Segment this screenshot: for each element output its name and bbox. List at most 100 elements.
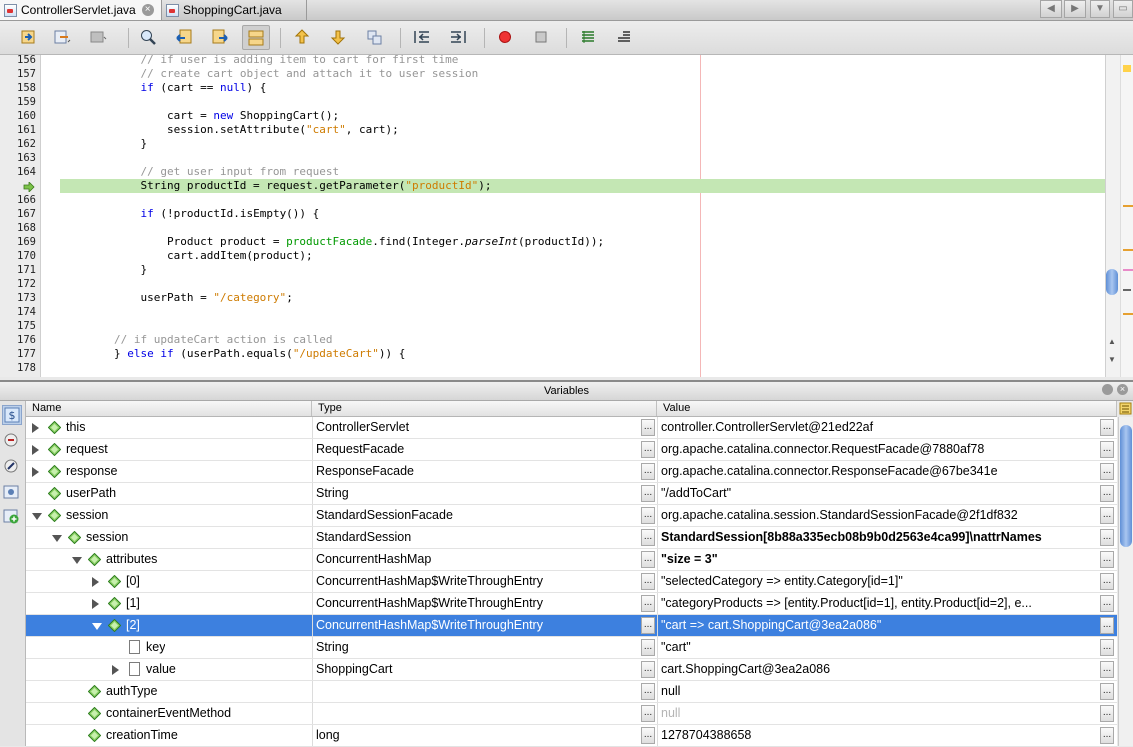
edit-type-button[interactable]: ... <box>641 485 655 502</box>
stripe-marker[interactable] <box>1123 205 1133 207</box>
code-line[interactable]: } <box>61 263 147 277</box>
edit-type-button[interactable]: ... <box>641 463 655 480</box>
collapse-arrow-icon[interactable] <box>32 513 42 520</box>
expand-arrow-icon[interactable] <box>32 423 39 433</box>
toggle-pane-button[interactable] <box>242 25 270 50</box>
scroll-down-arrow-icon[interactable]: ▼ <box>1108 355 1116 364</box>
edit-type-button[interactable]: ... <box>641 419 655 436</box>
code-line[interactable]: // create cart object and attach it to u… <box>61 67 478 81</box>
collapse-arrow-icon[interactable] <box>72 557 82 564</box>
variable-row[interactable]: [2] ConcurrentHashMap$WriteThroughEntry..… <box>26 615 1117 637</box>
line-number[interactable]: 172 <box>0 277 36 291</box>
forward-button[interactable] <box>210 28 230 46</box>
line-number[interactable]: 166 <box>0 193 36 207</box>
code-line[interactable]: userPath = "/category"; <box>61 291 292 305</box>
edit-value-button[interactable]: ... <box>1100 595 1114 612</box>
scroll-tabs-right-button[interactable]: ▶ <box>1064 0 1086 18</box>
variable-value[interactable]: "/addToCart" <box>661 483 1099 504</box>
stripe-marker[interactable] <box>1123 269 1133 271</box>
variable-value[interactable]: "categoryProducts => [entity.Product[id=… <box>661 593 1099 614</box>
step-back-button[interactable] <box>52 28 72 46</box>
edit-value-button[interactable]: ... <box>1100 683 1114 700</box>
shift-left-button[interactable] <box>412 28 432 46</box>
scroll-tabs-left-button[interactable]: ◀ <box>1040 0 1062 18</box>
column-chooser-button[interactable] <box>1118 401 1133 416</box>
tab-list-dropdown-button[interactable]: ▼ <box>1090 0 1110 18</box>
line-number[interactable]: 176 <box>0 333 36 347</box>
line-number[interactable]: 164 <box>0 165 36 179</box>
minimize-panel-icon[interactable] <box>1102 384 1113 395</box>
column-header-name[interactable]: Name <box>26 401 312 416</box>
close-panel-icon[interactable]: × <box>1117 384 1128 395</box>
variable-row[interactable]: this ControllerServlet... controller.Contr… <box>26 417 1117 439</box>
variable-value[interactable]: null <box>661 703 1099 724</box>
editor-vertical-scrollbar[interactable] <box>1105 55 1120 377</box>
column-header-type[interactable]: Type <box>312 401 657 416</box>
edit-type-button[interactable]: ... <box>641 551 655 568</box>
step-over-button[interactable] <box>292 28 312 46</box>
stop-macro-button[interactable] <box>531 28 551 46</box>
find-button[interactable] <box>138 28 158 46</box>
edit-value-button[interactable]: ... <box>1100 705 1114 722</box>
run-to-cursor-button[interactable] <box>18 28 38 46</box>
variable-row[interactable]: response ResponseFacade... org.apache.cata… <box>26 461 1117 483</box>
stripe-marker[interactable] <box>1123 289 1131 291</box>
stripe-marker[interactable] <box>1123 313 1133 315</box>
edit-value-button[interactable]: ... <box>1100 485 1114 502</box>
line-number[interactable]: 158 <box>0 81 36 95</box>
code-editor[interactable]: 156 157 158 159 160 161 162 163 164 166 167 168 169 1… <box>0 53 1133 377</box>
step-into-button[interactable] <box>328 28 348 46</box>
collapse-arrow-icon[interactable] <box>92 623 102 630</box>
line-number[interactable]: 160 <box>0 109 36 123</box>
editor-scrollbar-thumb[interactable] <box>1106 269 1118 295</box>
variable-row[interactable]: request RequestFacade... org.apache.catali… <box>26 439 1117 461</box>
edit-value-button[interactable]: ... <box>1100 661 1114 678</box>
expand-arrow-icon[interactable] <box>32 445 39 455</box>
variable-row[interactable]: [0] ConcurrentHashMap$WriteThroughEntry..… <box>26 571 1117 593</box>
variable-value[interactable]: "size = 3" <box>661 549 1099 570</box>
collapse-arrow-icon[interactable] <box>52 535 62 542</box>
line-number[interactable]: 168 <box>0 221 36 235</box>
edit-value-button[interactable]: ... <box>1100 727 1114 744</box>
variable-row[interactable]: key String... "cart"... <box>26 637 1117 659</box>
tab-controllerservlet[interactable]: ControllerServlet.java × <box>0 0 162 20</box>
code-line[interactable]: cart.addItem(product); <box>61 249 313 263</box>
line-number[interactable]: 174 <box>0 305 36 319</box>
edit-type-button[interactable]: ... <box>641 441 655 458</box>
edit-value-button[interactable]: ... <box>1100 441 1114 458</box>
debug-action-button[interactable] <box>88 28 108 46</box>
stripe-marker[interactable] <box>1123 249 1133 251</box>
edit-value-button[interactable]: ... <box>1100 639 1114 656</box>
variable-value[interactable]: org.apache.catalina.connector.ResponseFa… <box>661 461 1099 482</box>
show-inherited-button[interactable] <box>2 457 22 477</box>
edit-value-button[interactable]: ... <box>1100 463 1114 480</box>
show-variables-button[interactable]: $ <box>2 405 22 425</box>
uncomment-button[interactable] <box>614 28 634 46</box>
edit-type-button[interactable]: ... <box>641 639 655 656</box>
new-watch-button[interactable] <box>2 507 22 527</box>
maximize-window-button[interactable]: ▭ <box>1113 0 1133 18</box>
line-number[interactable]: 177 <box>0 347 36 361</box>
code-line[interactable]: Product product = productFacade.find(Int… <box>61 235 604 249</box>
code-line[interactable]: // if updateCart action is called <box>61 333 333 347</box>
edit-type-button[interactable]: ... <box>641 683 655 700</box>
edit-value-button[interactable]: ... <box>1100 507 1114 524</box>
variable-row[interactable]: session StandardSession... StandardSession… <box>26 527 1117 549</box>
edit-type-button[interactable]: ... <box>641 727 655 744</box>
edit-value-button[interactable]: ... <box>1100 617 1114 634</box>
line-number-gutter[interactable]: 156 157 158 159 160 161 162 163 164 166 167 168 169 1… <box>0 53 41 377</box>
code-line[interactable]: // if user is adding item to cart for fi… <box>61 53 458 67</box>
current-code-line[interactable]: String productId = request.getParameter(… <box>60 179 1105 193</box>
variable-row[interactable]: authType... null... <box>26 681 1117 703</box>
line-number[interactable]: 170 <box>0 249 36 263</box>
edit-type-button[interactable]: ... <box>641 661 655 678</box>
line-number[interactable]: 169 <box>0 235 36 249</box>
comment-button[interactable] <box>578 28 598 46</box>
expand-arrow-icon[interactable] <box>32 467 39 477</box>
show-static-button[interactable] <box>2 431 22 451</box>
code-line[interactable]: } <box>61 137 147 151</box>
line-number[interactable]: 162 <box>0 137 36 151</box>
line-number[interactable]: 156 <box>0 53 36 67</box>
code-line[interactable]: } else if (userPath.equals("/updateCart"… <box>61 347 405 361</box>
line-number[interactable]: 178 <box>0 361 36 375</box>
